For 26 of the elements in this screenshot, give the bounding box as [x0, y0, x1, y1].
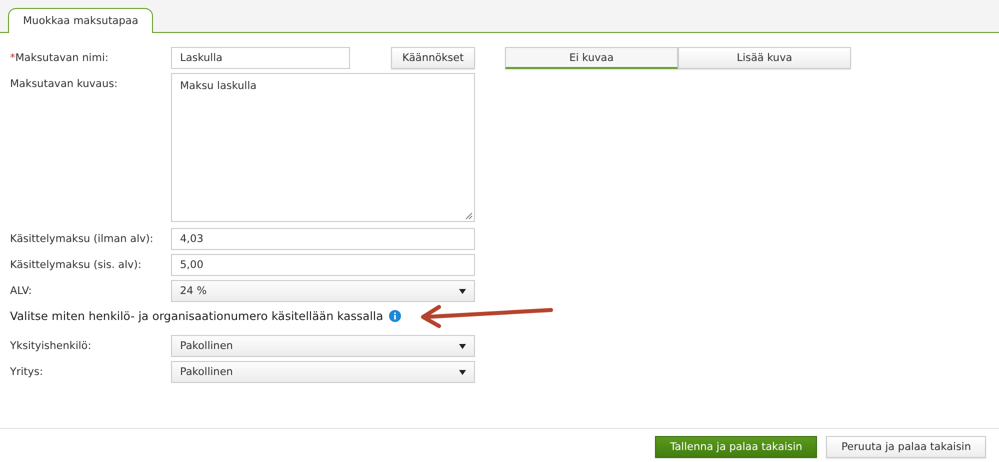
toggle-option[interactable]: Ei kuvaa	[505, 47, 678, 69]
save-button[interactable]: Tallenna ja palaa takaisin	[655, 436, 818, 458]
caret-icon	[459, 288, 466, 294]
section-heading: Valitse miten henkilö- ja organisaationumero käsitellään kassalla	[10, 309, 384, 323]
field-label: ALV:	[9, 284, 33, 299]
translations-button[interactable]: Käännökset	[391, 47, 475, 69]
cancel-button[interactable]: Peruuta ja palaa takaisin	[826, 436, 986, 458]
text-area[interactable]: Maksu laskulla	[171, 73, 475, 222]
dropdown[interactable]: Pakollinen	[171, 361, 475, 383]
tab[interactable]: Muokkaa maksutapaa	[8, 8, 154, 33]
field-label: Maksutavan kuvaus:	[9, 77, 119, 92]
input-field[interactable]: 4,03	[171, 228, 475, 250]
field-label: Yksityishenkilö:	[9, 339, 92, 354]
field-label: *Maksutavan nimi:	[9, 51, 110, 66]
caret-icon	[459, 370, 466, 374]
toggle-option[interactable]: Lisää kuva	[678, 47, 851, 69]
field-label: Käsittelymaksu (sis. alv):	[9, 258, 142, 273]
input-field[interactable]: Laskulla	[171, 47, 350, 69]
field-label: Yritys:	[9, 365, 44, 380]
caret-icon	[459, 344, 466, 348]
field-label: Käsittelymaksu (ilman alv):	[9, 232, 154, 247]
resize-grip-icon[interactable]	[465, 212, 473, 220]
dropdown[interactable]: 24 %	[171, 280, 475, 302]
info-icon[interactable]	[389, 310, 402, 322]
dropdown[interactable]: Pakollinen	[171, 335, 475, 357]
input-field[interactable]: 5,00	[171, 254, 475, 276]
